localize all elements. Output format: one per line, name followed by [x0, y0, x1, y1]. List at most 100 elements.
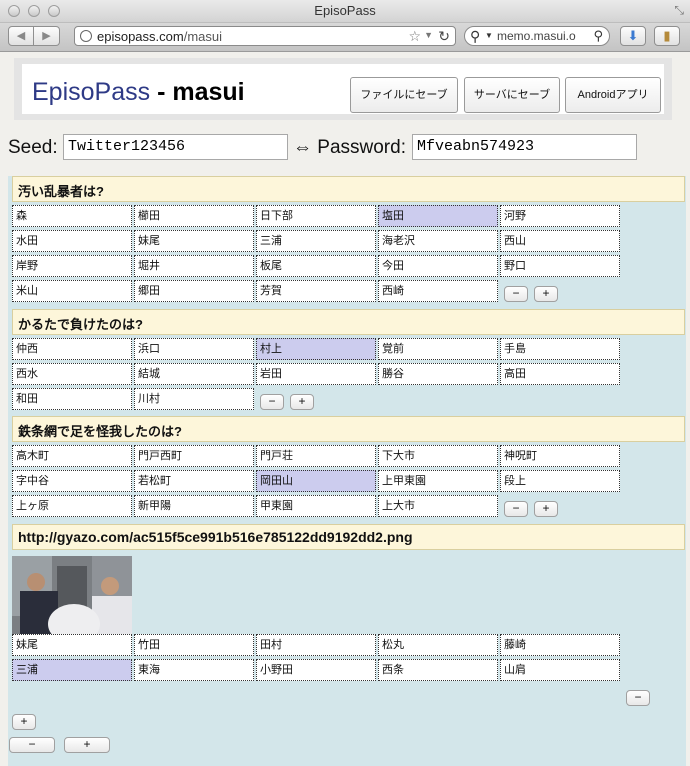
answer-cell[interactable]: 川村	[134, 388, 254, 410]
answer-cell[interactable]: 三浦	[256, 230, 376, 252]
browser-toolbar: ◀ ▶ episopass.com/masui ☆ ▼ ↻ ⚲ ▼ memo.m…	[0, 23, 690, 52]
answer-cell[interactable]: 森	[12, 205, 132, 227]
answer-cell[interactable]: 妹尾	[12, 634, 132, 656]
answer-cell[interactable]: 新甲陽	[134, 495, 254, 517]
title-separator: -	[150, 78, 173, 106]
add-answer-button[interactable]: +	[12, 714, 36, 730]
answer-cell[interactable]: 岡田山	[256, 470, 376, 492]
answer-cell[interactable]: 海老沢	[378, 230, 498, 252]
search-dropdown-icon[interactable]: ▼	[485, 31, 493, 40]
question-heading: http://gyazo.com/ac515f5ce991b516e785122…	[12, 524, 685, 550]
answer-cell[interactable]: 東海	[134, 659, 254, 681]
seed-password-row: Seed: Twitter123456 ⇔ Password: Mfveabn5…	[8, 134, 668, 162]
search-field[interactable]: ⚲ ▼ memo.masui.o ⚲	[464, 26, 610, 46]
answer-cell[interactable]: 岩田	[256, 363, 376, 385]
save-to-server-button[interactable]: サーバにセーブ	[464, 77, 560, 113]
add-answer-button[interactable]: +	[290, 394, 314, 410]
answer-cell[interactable]: 西条	[378, 659, 498, 681]
add-answer-button[interactable]: +	[534, 286, 558, 302]
answer-cell[interactable]: 野口	[500, 255, 620, 277]
answer-cell[interactable]: 門戸西町	[134, 445, 254, 467]
save-to-file-button[interactable]: ファイルにセーブ	[350, 77, 458, 113]
answer-cell[interactable]: 浜口	[134, 338, 254, 360]
page-viewport: EpisoPass - masui ファイルにセーブ サーバにセーブ Andro…	[0, 52, 690, 766]
add-answer-button[interactable]: +	[534, 501, 558, 517]
answer-cell[interactable]: 村上	[256, 338, 376, 360]
answer-cell[interactable]: 西崎	[378, 280, 498, 302]
answer-cell[interactable]: 勝谷	[378, 363, 498, 385]
answer-cell[interactable]: 田村	[256, 634, 376, 656]
seed-input[interactable]: Twitter123456	[63, 134, 288, 160]
answer-cell[interactable]: 米山	[12, 280, 132, 302]
page-title: EpisoPass - masui	[32, 78, 245, 107]
window-titlebar: EpisoPass ⤡	[0, 0, 690, 23]
remove-question-button[interactable]: −	[9, 737, 55, 753]
window-title: EpisoPass	[314, 3, 376, 18]
answer-cell[interactable]: 甲東園	[256, 495, 376, 517]
answer-cell[interactable]: 門戸荘	[256, 445, 376, 467]
answer-cell[interactable]: 芳賀	[256, 280, 376, 302]
address-bar[interactable]: episopass.com/masui ☆ ▼ ↻	[74, 26, 456, 46]
remove-answer-button[interactable]: −	[626, 690, 650, 706]
url-text[interactable]: episopass.com/masui	[97, 29, 222, 44]
resize-icon[interactable]: ⤡	[674, 3, 684, 18]
answer-cell[interactable]: 塩田	[378, 205, 498, 227]
answer-cell[interactable]: 西水	[12, 363, 132, 385]
password-output: Mfveabn574923	[412, 134, 637, 160]
url-path: /masui	[183, 29, 223, 44]
answer-cell[interactable]: 郷田	[134, 280, 254, 302]
answer-cell[interactable]: 山肩	[500, 659, 620, 681]
chevron-down-icon[interactable]: ▼	[424, 30, 433, 40]
reload-icon[interactable]: ↻	[438, 28, 450, 45]
chevron-right-icon: ▶	[42, 30, 51, 42]
answer-cell[interactable]: 堀井	[134, 255, 254, 277]
search-input-value[interactable]: memo.masui.o	[497, 29, 589, 43]
answer-cell[interactable]: 竹田	[134, 634, 254, 656]
answer-cell[interactable]: 小野田	[256, 659, 376, 681]
user-name: masui	[172, 78, 245, 106]
answer-cell[interactable]: 覚前	[378, 338, 498, 360]
answer-cell[interactable]: 日下部	[256, 205, 376, 227]
remove-answer-button[interactable]: −	[504, 286, 528, 302]
answer-cell[interactable]: 岸野	[12, 255, 132, 277]
answer-cell[interactable]: 和田	[12, 388, 132, 410]
page-header: EpisoPass - masui ファイルにセーブ サーバにセーブ Andro…	[14, 58, 672, 120]
answer-cell[interactable]: 仲西	[12, 338, 132, 360]
search-icon[interactable]: ⚲	[470, 28, 480, 45]
answer-cell[interactable]: 段上	[500, 470, 620, 492]
answer-cell[interactable]: 水田	[12, 230, 132, 252]
answer-cell[interactable]: 板尾	[256, 255, 376, 277]
answer-cell[interactable]: 下大市	[378, 445, 498, 467]
download-button[interactable]: ⬇	[620, 26, 646, 46]
url-domain: episopass.com	[97, 29, 184, 44]
question-heading: かるたで負けたのは?	[12, 309, 685, 335]
double-arrow-icon: ⇔	[293, 137, 312, 158]
answer-cell[interactable]: 高木町	[12, 445, 132, 467]
forward-button[interactable]: ▶	[34, 26, 60, 46]
add-question-button[interactable]: +	[64, 737, 110, 753]
remove-answer-button[interactable]: −	[260, 394, 284, 410]
search-submit-icon[interactable]: ⚲	[593, 28, 603, 44]
star-icon[interactable]: ☆	[408, 28, 421, 45]
answer-cell[interactable]: 妹尾	[134, 230, 254, 252]
answer-cell[interactable]: 神呪町	[500, 445, 620, 467]
answer-cell[interactable]: 上大市	[378, 495, 498, 517]
answer-cell[interactable]: 上ヶ原	[12, 495, 132, 517]
bookmarks-button[interactable]: ▮	[654, 26, 680, 46]
answer-cell[interactable]: 松丸	[378, 634, 498, 656]
answer-cell[interactable]: 今田	[378, 255, 498, 277]
answer-cell[interactable]: 上甲東園	[378, 470, 498, 492]
answer-cell[interactable]: 若松町	[134, 470, 254, 492]
answer-cell[interactable]: 河野	[500, 205, 620, 227]
answer-cell[interactable]: 結城	[134, 363, 254, 385]
answer-cell[interactable]: 字中谷	[12, 470, 132, 492]
back-button[interactable]: ◀	[8, 26, 34, 46]
android-app-button[interactable]: Androidアプリ	[565, 77, 661, 113]
answer-cell[interactable]: 西山	[500, 230, 620, 252]
answer-cell[interactable]: 三浦	[12, 659, 132, 681]
answer-cell[interactable]: 手島	[500, 338, 620, 360]
remove-answer-button[interactable]: −	[504, 501, 528, 517]
answer-cell[interactable]: 藤崎	[500, 634, 620, 656]
answer-cell[interactable]: 高田	[500, 363, 620, 385]
answer-cell[interactable]: 櫛田	[134, 205, 254, 227]
